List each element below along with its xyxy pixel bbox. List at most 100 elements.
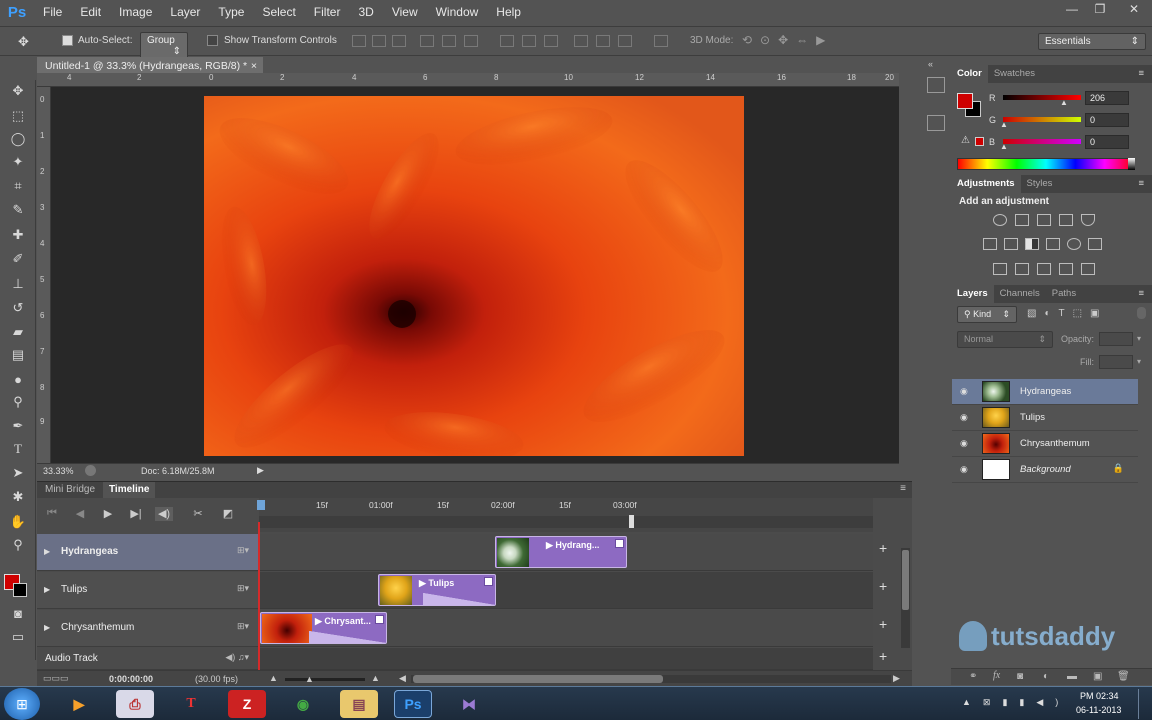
- threshold-icon[interactable]: [1037, 263, 1051, 275]
- text-editor-icon[interactable]: T: [172, 690, 210, 718]
- zoom-slider[interactable]: [285, 678, 365, 681]
- pen-tool-icon[interactable]: ✒: [8, 417, 28, 435]
- slider-thumb[interactable]: ▲: [1000, 120, 1008, 129]
- scrollbar-thumb[interactable]: [413, 675, 663, 683]
- work-area-start-icon[interactable]: [257, 500, 265, 510]
- tab-layers[interactable]: Layers: [951, 285, 994, 303]
- next-frame-icon[interactable]: ▶|: [127, 507, 145, 521]
- move-tool-icon[interactable]: ✥: [8, 82, 28, 100]
- clip-end-icon[interactable]: [484, 577, 493, 586]
- clip-end-icon[interactable]: [375, 615, 384, 624]
- visual-studio-icon[interactable]: ⧓: [450, 690, 488, 718]
- media-player-icon[interactable]: ▶: [60, 690, 98, 718]
- auto-select-checkbox[interactable]: [62, 35, 73, 49]
- photoshop-taskbar-icon[interactable]: Ps: [394, 690, 432, 718]
- brightness-icon[interactable]: [993, 214, 1007, 226]
- status-menu-arrow-icon[interactable]: ▶: [257, 465, 264, 476]
- layer-tulips[interactable]: ◉ Tulips: [952, 405, 1138, 431]
- visibility-eye-icon[interactable]: ◉: [960, 464, 971, 475]
- blue-slider[interactable]: [1003, 139, 1081, 144]
- clip-chrysanthemum[interactable]: ▶ Chrysant...: [260, 612, 387, 644]
- status-icon[interactable]: [85, 465, 96, 476]
- foreground-color-swatch[interactable]: [957, 93, 973, 109]
- explorer-icon[interactable]: ▤: [340, 690, 378, 718]
- link-layers-icon[interactable]: ⚭: [969, 671, 977, 682]
- clock-time[interactable]: PM 02:34: [1080, 691, 1119, 701]
- align-right-icon[interactable]: [464, 35, 478, 47]
- zoom-out-icon[interactable]: ▲: [269, 673, 278, 683]
- distribute-top-icon[interactable]: [500, 35, 514, 47]
- menu-window[interactable]: Window: [427, 0, 488, 24]
- distribute-bottom-icon[interactable]: [544, 35, 558, 47]
- clone-stamp-icon[interactable]: ⊥: [8, 275, 28, 293]
- visibility-eye-icon[interactable]: ◉: [960, 386, 971, 397]
- visibility-eye-icon[interactable]: ◉: [960, 438, 971, 449]
- menu-type[interactable]: Type: [209, 0, 253, 24]
- auto-select-dropdown[interactable]: Group ⇕: [140, 32, 188, 60]
- tab-swatches[interactable]: Swatches: [988, 68, 1041, 79]
- 3d-mode-icons[interactable]: ⟲⊙✥⇔▶: [742, 33, 833, 47]
- channel-mixer-icon[interactable]: [1067, 238, 1081, 250]
- filter-toggle[interactable]: [1137, 307, 1146, 319]
- dodge-tool-icon[interactable]: ⚲: [8, 393, 28, 411]
- panel-menu-icon[interactable]: ≡: [900, 483, 906, 494]
- eraser-icon[interactable]: ▰: [8, 323, 28, 341]
- close-window-button[interactable]: ✕: [1118, 0, 1150, 18]
- menu-file[interactable]: File: [34, 0, 71, 24]
- film-menu-icon[interactable]: ⊞▾: [237, 621, 249, 632]
- color-spectrum[interactable]: [957, 158, 1135, 170]
- clip-tulips[interactable]: ▶ Tulips: [378, 574, 496, 606]
- convert-frame-animation-icon[interactable]: ▭▭▭: [43, 673, 69, 684]
- spectrum-bw[interactable]: [1128, 158, 1135, 170]
- split-playhead-icon[interactable]: ✂: [189, 507, 207, 521]
- audio-controls-icon[interactable]: ◀) ♫▾: [225, 652, 249, 663]
- menu-filter[interactable]: Filter: [305, 0, 350, 24]
- warning-icon[interactable]: ⚠: [961, 135, 970, 146]
- clip-end-icon[interactable]: [615, 539, 624, 548]
- lasso-tool-icon[interactable]: ◯: [8, 130, 28, 148]
- align-left-icon[interactable]: [420, 35, 434, 47]
- show-desktop-button[interactable]: [1138, 689, 1150, 719]
- menu-edit[interactable]: Edit: [71, 0, 110, 24]
- layer-filter-dropdown[interactable]: ⚲ Kind ⇕: [957, 306, 1017, 323]
- marquee-tool-icon[interactable]: ⬚: [8, 107, 28, 125]
- align-bottom-icon[interactable]: [392, 35, 406, 47]
- add-mask-icon[interactable]: ◙: [1017, 671, 1023, 682]
- zoom-slider-thumb[interactable]: ▲: [305, 674, 314, 684]
- transition-icon[interactable]: ◩: [219, 507, 237, 521]
- brush-tool-icon[interactable]: ✐: [8, 250, 28, 268]
- mute-audio-icon[interactable]: ◀): [155, 507, 173, 521]
- gradient-tool-icon[interactable]: ▤: [8, 346, 28, 364]
- crop-tool-icon[interactable]: ⌗: [8, 177, 28, 195]
- blur-tool-icon[interactable]: ●: [8, 370, 28, 388]
- scrollbar-thumb[interactable]: [902, 550, 909, 610]
- slider-thumb[interactable]: ▲: [1060, 98, 1068, 107]
- horizontal-scrollbar[interactable]: [411, 675, 891, 683]
- opacity-field[interactable]: [1099, 332, 1133, 346]
- history-brush-icon[interactable]: ↺: [8, 299, 28, 317]
- lock-icon[interactable]: 🔒: [1113, 463, 1124, 474]
- zoom-tool-icon[interactable]: ⚲: [8, 536, 28, 554]
- film-menu-icon[interactable]: ⊞▾: [237, 545, 249, 556]
- distribute-vcenter-icon[interactable]: [522, 35, 536, 47]
- align-vcenter-icon[interactable]: [372, 35, 386, 47]
- track-audio[interactable]: Audio Track ◀) ♫▾: [37, 648, 259, 670]
- clock-date[interactable]: 06-11-2013: [1076, 705, 1121, 715]
- tab-styles[interactable]: Styles: [1021, 178, 1059, 189]
- track-lane[interactable]: ▶ Chrysant...: [259, 610, 873, 647]
- type-tool-icon[interactable]: T: [8, 440, 28, 458]
- hand-tool-icon[interactable]: ✋: [8, 513, 28, 531]
- track-chrysanthemum[interactable]: ▶ Chrysanthemum ⊞▾: [37, 610, 259, 647]
- pdf-app-icon[interactable]: ⎙: [116, 690, 154, 718]
- filezilla-icon[interactable]: Z: [228, 690, 266, 718]
- expand-track-icon[interactable]: ▶: [44, 623, 50, 632]
- gradient-map-icon[interactable]: [1081, 263, 1095, 275]
- playhead[interactable]: [258, 522, 260, 672]
- align-top-icon[interactable]: [352, 35, 366, 47]
- expand-track-icon[interactable]: ▶: [44, 547, 50, 556]
- zoom-level[interactable]: 33.33%: [43, 466, 74, 476]
- add-media-icon[interactable]: +: [879, 540, 887, 556]
- layer-hydrangeas[interactable]: ◉ Hydrangeas: [952, 379, 1138, 405]
- panel-menu-icon[interactable]: ≡: [1132, 285, 1150, 303]
- minimize-button[interactable]: —: [1058, 0, 1086, 18]
